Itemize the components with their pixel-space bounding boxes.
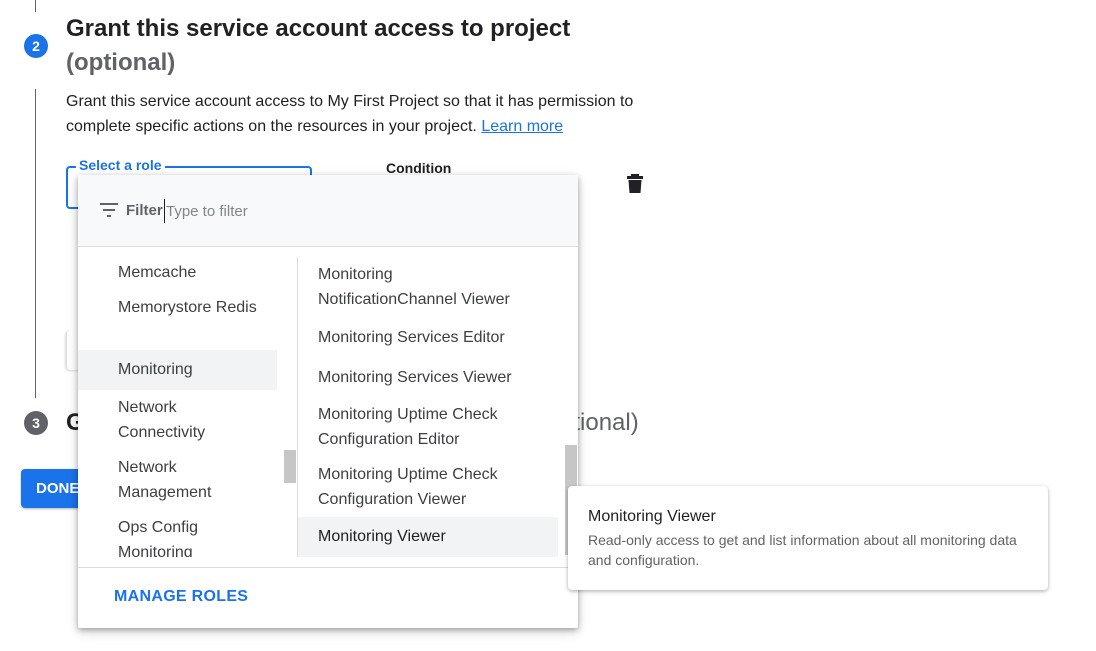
role-item-uptime-check-viewer[interactable]: Monitoring Uptime Check Configuration Vi… <box>298 462 558 512</box>
filter-bar: Filter <box>78 175 578 247</box>
role-item-monitoring-viewer[interactable]: Monitoring Viewer <box>298 517 558 557</box>
dropdown-footer: MANAGE ROLES <box>78 567 578 629</box>
service-list: Memcache Memorystore Redis Monitoring Ne… <box>78 257 297 557</box>
trash-icon[interactable] <box>626 174 644 194</box>
tooltip-title: Monitoring Viewer <box>588 508 716 525</box>
filter-label: Filter <box>126 202 163 219</box>
role-item-services-viewer[interactable]: Monitoring Services Viewer <box>298 365 558 390</box>
role-item-services-editor[interactable]: Monitoring Services Editor <box>298 325 558 350</box>
step-3-badge: 3 <box>24 411 48 435</box>
service-item-memorystore-redis[interactable]: Memorystore Redis <box>78 295 277 320</box>
filter-icon <box>100 203 118 217</box>
step-connector <box>35 89 36 398</box>
role-item-notificationchannel-viewer[interactable]: Monitoring NotificationChannel Viewer <box>298 262 558 312</box>
service-item-network-management[interactable]: Network Management <box>78 455 277 505</box>
step-2-optional: (optional) <box>66 49 176 76</box>
service-item-ops-config-monitoring[interactable]: Ops Config Monitoring <box>78 515 277 557</box>
service-item-network-connectivity[interactable]: Network Connectivity <box>78 395 277 445</box>
role-description-tooltip: Monitoring Viewer Read-only access to ge… <box>568 486 1048 590</box>
learn-more-link[interactable]: Learn more <box>481 118 563 135</box>
tooltip-body: Read-only access to get and list informa… <box>588 532 1017 568</box>
service-item-memcache[interactable]: Memcache <box>78 260 277 285</box>
step-2-title-text: Grant this service account access to pro… <box>66 15 571 42</box>
step-2-title: Grant this service account access to pro… <box>66 12 570 80</box>
filter-input[interactable] <box>164 199 368 223</box>
manage-roles-button[interactable]: MANAGE ROLES <box>114 588 248 606</box>
step-connector-top <box>35 0 36 12</box>
step-2-description: Grant this service account access to My … <box>66 89 666 139</box>
service-list-scrollbar[interactable] <box>284 450 296 483</box>
role-list: Monitoring NotificationChannel Viewer Mo… <box>298 257 558 557</box>
condition-label: Condition <box>386 160 452 176</box>
role-item-uptime-check-editor[interactable]: Monitoring Uptime Check Configuration Ed… <box>298 402 558 452</box>
service-item-monitoring[interactable]: Monitoring <box>78 350 277 390</box>
select-role-label: Select a role <box>76 157 165 173</box>
role-dropdown-panel: Filter Memcache Memorystore Redis Monito… <box>78 175 578 628</box>
step-2-badge: 2 <box>24 34 48 58</box>
